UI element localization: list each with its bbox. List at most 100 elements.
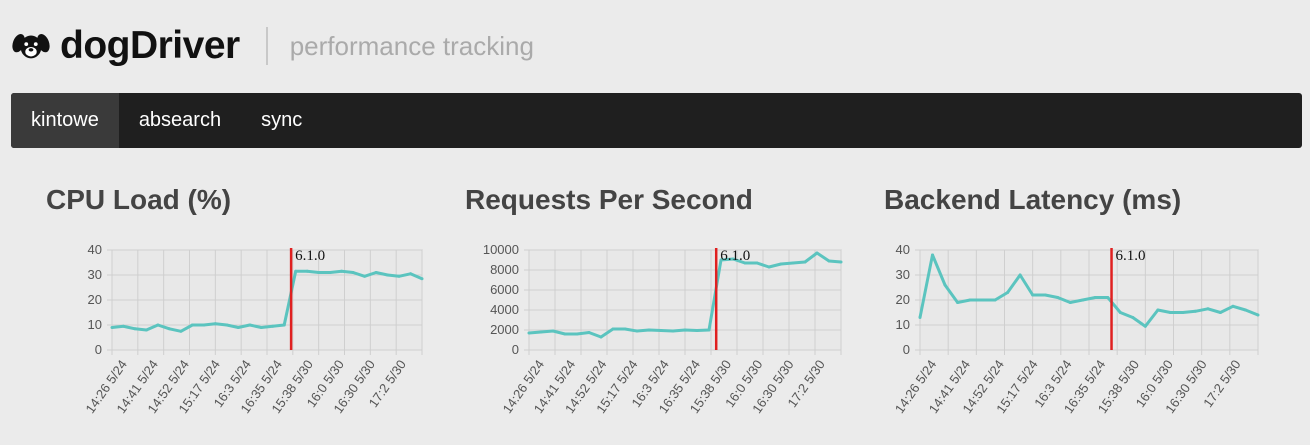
data-point (575, 332, 579, 336)
y-tick-label: 0 (512, 342, 519, 357)
release-label: 6.1.0 (720, 248, 750, 264)
data-point (1043, 293, 1047, 297)
nav-item-kintowe[interactable]: kintowe (11, 93, 119, 148)
data-point (397, 274, 401, 278)
data-point (1168, 311, 1172, 314)
data-point (133, 327, 137, 331)
y-tick-label: 4000 (490, 302, 519, 317)
data-point (981, 298, 985, 302)
data-point (1256, 313, 1260, 317)
data-point (1118, 311, 1122, 314)
data-point (271, 324, 275, 328)
data-point (563, 332, 567, 336)
data-point (635, 329, 639, 333)
release-label: 6.1.0 (295, 248, 325, 264)
data-point (144, 328, 148, 332)
data-point (1031, 293, 1035, 297)
data-point (993, 298, 997, 302)
data-point (527, 331, 531, 335)
data-point (374, 271, 378, 274)
data-point (294, 269, 298, 273)
data-point (1218, 311, 1222, 314)
data-point (803, 260, 807, 264)
chart-title: Requests Per Second (465, 184, 753, 215)
data-point (647, 328, 651, 332)
data-point (755, 261, 759, 265)
project-navbar: kintowe absearch sync (11, 93, 1302, 148)
data-point (599, 335, 603, 339)
y-tick-label: 0 (95, 342, 102, 357)
data-point (259, 326, 263, 329)
data-point (225, 323, 229, 327)
data-point (156, 323, 160, 327)
brand-title: dogDriver (60, 24, 240, 67)
data-point (611, 327, 615, 331)
y-tick-label: 30 (88, 267, 102, 282)
y-tick-label: 10000 (483, 242, 519, 257)
y-tick-label: 0 (903, 342, 910, 357)
data-point (305, 269, 309, 273)
data-point (695, 329, 699, 332)
backend-latency-panel: Backend Latency (ms) 0 10 20 30 40 14:26 5/24… (884, 180, 1294, 445)
data-point (328, 271, 332, 274)
chart-title: Backend Latency (ms) (884, 184, 1182, 215)
y-tick-label: 40 (88, 242, 102, 257)
data-point (1206, 307, 1210, 311)
data-point (121, 324, 125, 328)
data-point (1018, 273, 1022, 277)
chart-title: CPU Load (%) (46, 184, 232, 215)
y-tick-label: 40 (896, 242, 910, 257)
data-point (1006, 291, 1010, 294)
y-tick-label: 20 (896, 292, 910, 307)
data-point (1231, 304, 1235, 308)
dog-face-icon (12, 34, 50, 59)
data-point (767, 265, 771, 269)
data-point (1056, 296, 1060, 299)
tagline: performance tracking (289, 30, 534, 61)
data-point (707, 328, 711, 332)
data-point (190, 323, 194, 327)
y-tick-label: 10 (896, 317, 910, 332)
data-point (282, 323, 286, 327)
data-point (1068, 301, 1072, 304)
data-point (420, 277, 424, 281)
data-point (623, 327, 627, 331)
cpu-load-chart: 01020304014:26 5/2414:41 5/2414:52 5/241… (82, 242, 424, 416)
y-tick-label: 20 (88, 292, 102, 307)
data-point (110, 326, 114, 329)
data-point (179, 329, 183, 333)
requests-per-second-chart: 020004000600080001000014:26 5/2414:41 5/… (483, 242, 843, 416)
data-point (683, 328, 687, 332)
data-point (839, 260, 843, 264)
data-point (363, 274, 367, 278)
data-point (248, 323, 252, 327)
y-tick-label: 2000 (490, 322, 519, 337)
data-point (968, 298, 972, 302)
y-tick-label: 30 (896, 267, 910, 282)
data-point (317, 271, 321, 274)
data-point (1193, 309, 1197, 313)
data-point (1093, 296, 1097, 299)
cpu-load-panel: CPU Load (%) 0 10 20 30 40 14:26 5/24 14:41 5/… (46, 180, 456, 445)
release-label: 6.1.0 (1116, 248, 1146, 264)
data-point (1181, 311, 1185, 314)
data-point (943, 283, 947, 287)
nav-item-absearch[interactable]: absearch (119, 93, 241, 148)
y-tick-label: 10 (88, 317, 102, 332)
requests-per-second-panel: Requests Per Second 0 2000 4000 6000 8000 100… (465, 180, 875, 445)
header: dogDriver performance tracking (12, 14, 534, 78)
nav-item-sync[interactable]: sync (241, 93, 322, 148)
data-point (791, 261, 795, 265)
data-point (1143, 324, 1147, 328)
data-point (779, 262, 783, 266)
data-point (827, 259, 831, 263)
data-point (1106, 296, 1110, 299)
data-point (351, 271, 355, 274)
data-point (386, 273, 390, 277)
y-tick-label: 6000 (490, 282, 519, 297)
data-point (659, 329, 663, 332)
y-tick-label: 8000 (490, 262, 519, 277)
data-point (671, 329, 675, 333)
data-point (539, 330, 543, 334)
backend-latency-chart: 01020304014:26 5/2414:41 5/2414:52 5/241… (892, 242, 1260, 416)
